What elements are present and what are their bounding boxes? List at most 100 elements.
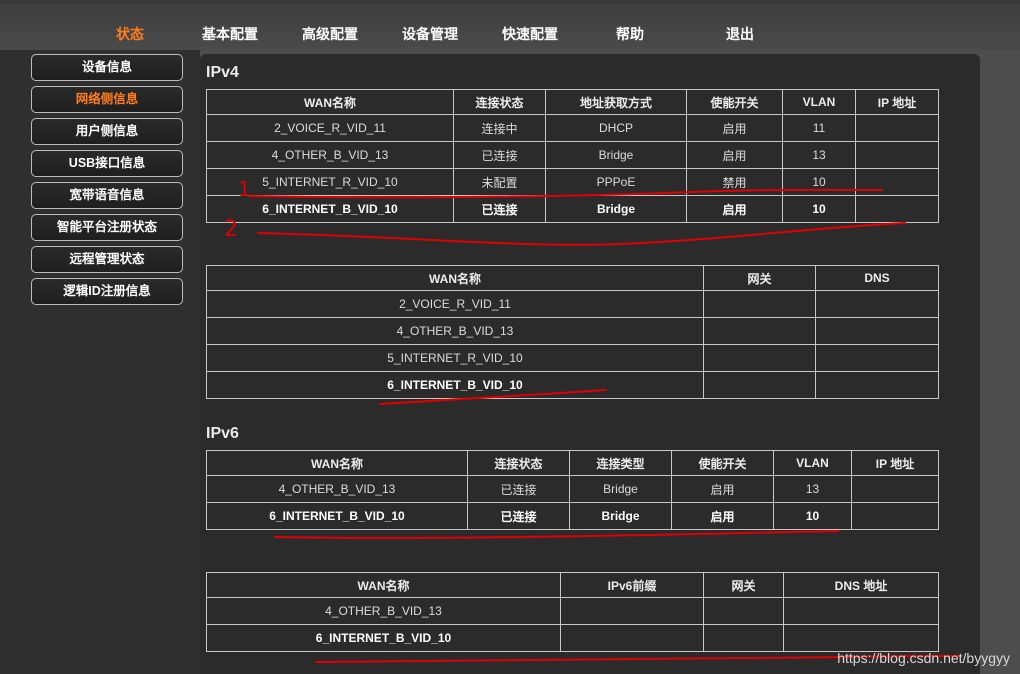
nav-basic-config[interactable]: 基本配置 [202, 24, 258, 44]
sidebar: 设备信息 网络侧信息 用户侧信息 USB接口信息 宽带语音信息 智能平台注册状态… [0, 50, 200, 674]
cell: 启用 [686, 195, 783, 223]
ipv4-title: IPv4 [206, 64, 239, 81]
cell: Bridge [545, 195, 687, 223]
sidebar-item-usb-info[interactable]: USB接口信息 [31, 150, 183, 177]
cell [815, 371, 939, 399]
col-ip: IP 地址 [855, 89, 939, 115]
cell: 6_INTERNET_B_VID_10 [206, 624, 561, 652]
cell: DHCP [545, 114, 687, 142]
cell: Bridge [569, 502, 672, 530]
cell: 禁用 [686, 168, 783, 196]
cell [703, 624, 784, 652]
ipv4-gateway-table: WAN名称 网关 DNS 2_VOICE_R_VID_11 4_OTHER_B_… [206, 265, 939, 399]
cell: 4_OTHER_B_VID_13 [206, 475, 468, 503]
cell: 2_VOICE_R_VID_11 [206, 114, 454, 142]
cell: PPPoE [545, 168, 687, 196]
table-row: 2_VOICE_R_VID_11 [206, 290, 939, 318]
col-gateway: 网关 [703, 265, 816, 291]
nav-advanced-config[interactable]: 高级配置 [302, 24, 358, 44]
cell: 启用 [686, 114, 783, 142]
col-conn-status: 连接状态 [453, 89, 546, 115]
col-dns: DNS [815, 265, 939, 291]
table-header-row: WAN名称 网关 DNS [206, 265, 939, 291]
cell [855, 195, 939, 223]
cell: 13 [773, 475, 852, 503]
cell: 5_INTERNET_R_VID_10 [206, 168, 454, 196]
cell [851, 475, 939, 503]
table-row: 4_OTHER_B_VID_13 已连接 Bridge 启用 13 [206, 475, 939, 503]
sidebar-item-network-info[interactable]: 网络侧信息 [31, 86, 183, 113]
sidebar-item-platform-status[interactable]: 智能平台注册状态 [31, 214, 183, 241]
col-vlan: VLAN [773, 450, 852, 476]
cell: 已连接 [467, 502, 570, 530]
cell: 连接中 [453, 114, 546, 142]
nav-device-management[interactable]: 设备管理 [402, 24, 458, 44]
cell [783, 597, 939, 625]
col-enable: 使能开关 [686, 89, 783, 115]
col-wan-name: WAN名称 [206, 450, 468, 476]
col-conn-type: 连接类型 [569, 450, 672, 476]
col-addr-method: 地址获取方式 [545, 89, 687, 115]
table-row: 6_INTERNET_B_VID_10 已连接 Bridge 启用 10 [206, 195, 939, 223]
cell [703, 597, 784, 625]
col-dns: DNS 地址 [783, 572, 939, 598]
col-ipv6-prefix: IPv6前缀 [560, 572, 704, 598]
cell [703, 290, 816, 318]
cell: 启用 [671, 502, 774, 530]
cell: 已连接 [453, 195, 546, 223]
col-vlan: VLAN [782, 89, 856, 115]
nav-help[interactable]: 帮助 [616, 24, 644, 44]
cell [815, 317, 939, 345]
cell: 启用 [671, 475, 774, 503]
cell [703, 371, 816, 399]
cell [783, 624, 939, 652]
col-wan-name: WAN名称 [206, 89, 454, 115]
watermark: https://blog.csdn.net/byygyy [837, 650, 1010, 666]
sidebar-item-voice-info[interactable]: 宽带语音信息 [31, 182, 183, 209]
table-header-row: WAN名称 IPv6前缀 网关 DNS 地址 [206, 572, 939, 598]
table-row: 5_INTERNET_R_VID_10 [206, 344, 939, 372]
cell: 10 [782, 168, 856, 196]
cell: 6_INTERNET_B_VID_10 [206, 502, 468, 530]
sidebar-item-remote-status[interactable]: 远程管理状态 [31, 246, 183, 273]
cell: 启用 [686, 141, 783, 169]
ipv6-title: IPv6 [206, 425, 239, 442]
ipv4-status-table: WAN名称 连接状态 地址获取方式 使能开关 VLAN IP 地址 2_VOIC… [206, 89, 939, 223]
nav-status[interactable]: 状态 [116, 24, 144, 44]
cell: 4_OTHER_B_VID_13 [206, 317, 704, 345]
col-wan-name: WAN名称 [206, 572, 561, 598]
col-gateway: 网关 [703, 572, 784, 598]
ipv6-status-table: WAN名称 连接状态 连接类型 使能开关 VLAN IP 地址 4_OTHER_… [206, 450, 939, 530]
cell [855, 168, 939, 196]
ipv6-prefix-table: WAN名称 IPv6前缀 网关 DNS 地址 4_OTHER_B_VID_13 … [206, 572, 939, 652]
sidebar-item-logical-id[interactable]: 逻辑ID注册信息 [31, 278, 183, 305]
nav-logout[interactable]: 退出 [726, 24, 754, 44]
cell: 10 [773, 502, 852, 530]
top-ribbon [0, 0, 1020, 4]
cell: 6_INTERNET_B_VID_10 [206, 371, 704, 399]
cell: 未配置 [453, 168, 546, 196]
table-row: 6_INTERNET_B_VID_10 [206, 624, 939, 652]
sidebar-item-device-info[interactable]: 设备信息 [31, 54, 183, 81]
table-row: 4_OTHER_B_VID_13 [206, 597, 939, 625]
sidebar-item-user-info[interactable]: 用户侧信息 [31, 118, 183, 145]
table-row: 4_OTHER_B_VID_13 [206, 317, 939, 345]
col-conn-status: 连接状态 [467, 450, 570, 476]
col-ip: IP 地址 [851, 450, 939, 476]
table-row: 2_VOICE_R_VID_11 连接中 DHCP 启用 11 [206, 114, 939, 142]
table-header-row: WAN名称 连接状态 地址获取方式 使能开关 VLAN IP 地址 [206, 89, 939, 115]
cell: 已连接 [467, 475, 570, 503]
cell [703, 344, 816, 372]
table-row: 6_INTERNET_B_VID_10 已连接 Bridge 启用 10 [206, 502, 939, 530]
nav-quick-config[interactable]: 快速配置 [502, 24, 558, 44]
cell [815, 344, 939, 372]
cell: 4_OTHER_B_VID_13 [206, 597, 561, 625]
cell: 2_VOICE_R_VID_11 [206, 290, 704, 318]
col-wan-name: WAN名称 [206, 265, 704, 291]
cell: 4_OTHER_B_VID_13 [206, 141, 454, 169]
table-row: 4_OTHER_B_VID_13 已连接 Bridge 启用 13 [206, 141, 939, 169]
table-row: 6_INTERNET_B_VID_10 [206, 371, 939, 399]
cell [855, 141, 939, 169]
cell: 6_INTERNET_B_VID_10 [206, 195, 454, 223]
table-header-row: WAN名称 连接状态 连接类型 使能开关 VLAN IP 地址 [206, 450, 939, 476]
